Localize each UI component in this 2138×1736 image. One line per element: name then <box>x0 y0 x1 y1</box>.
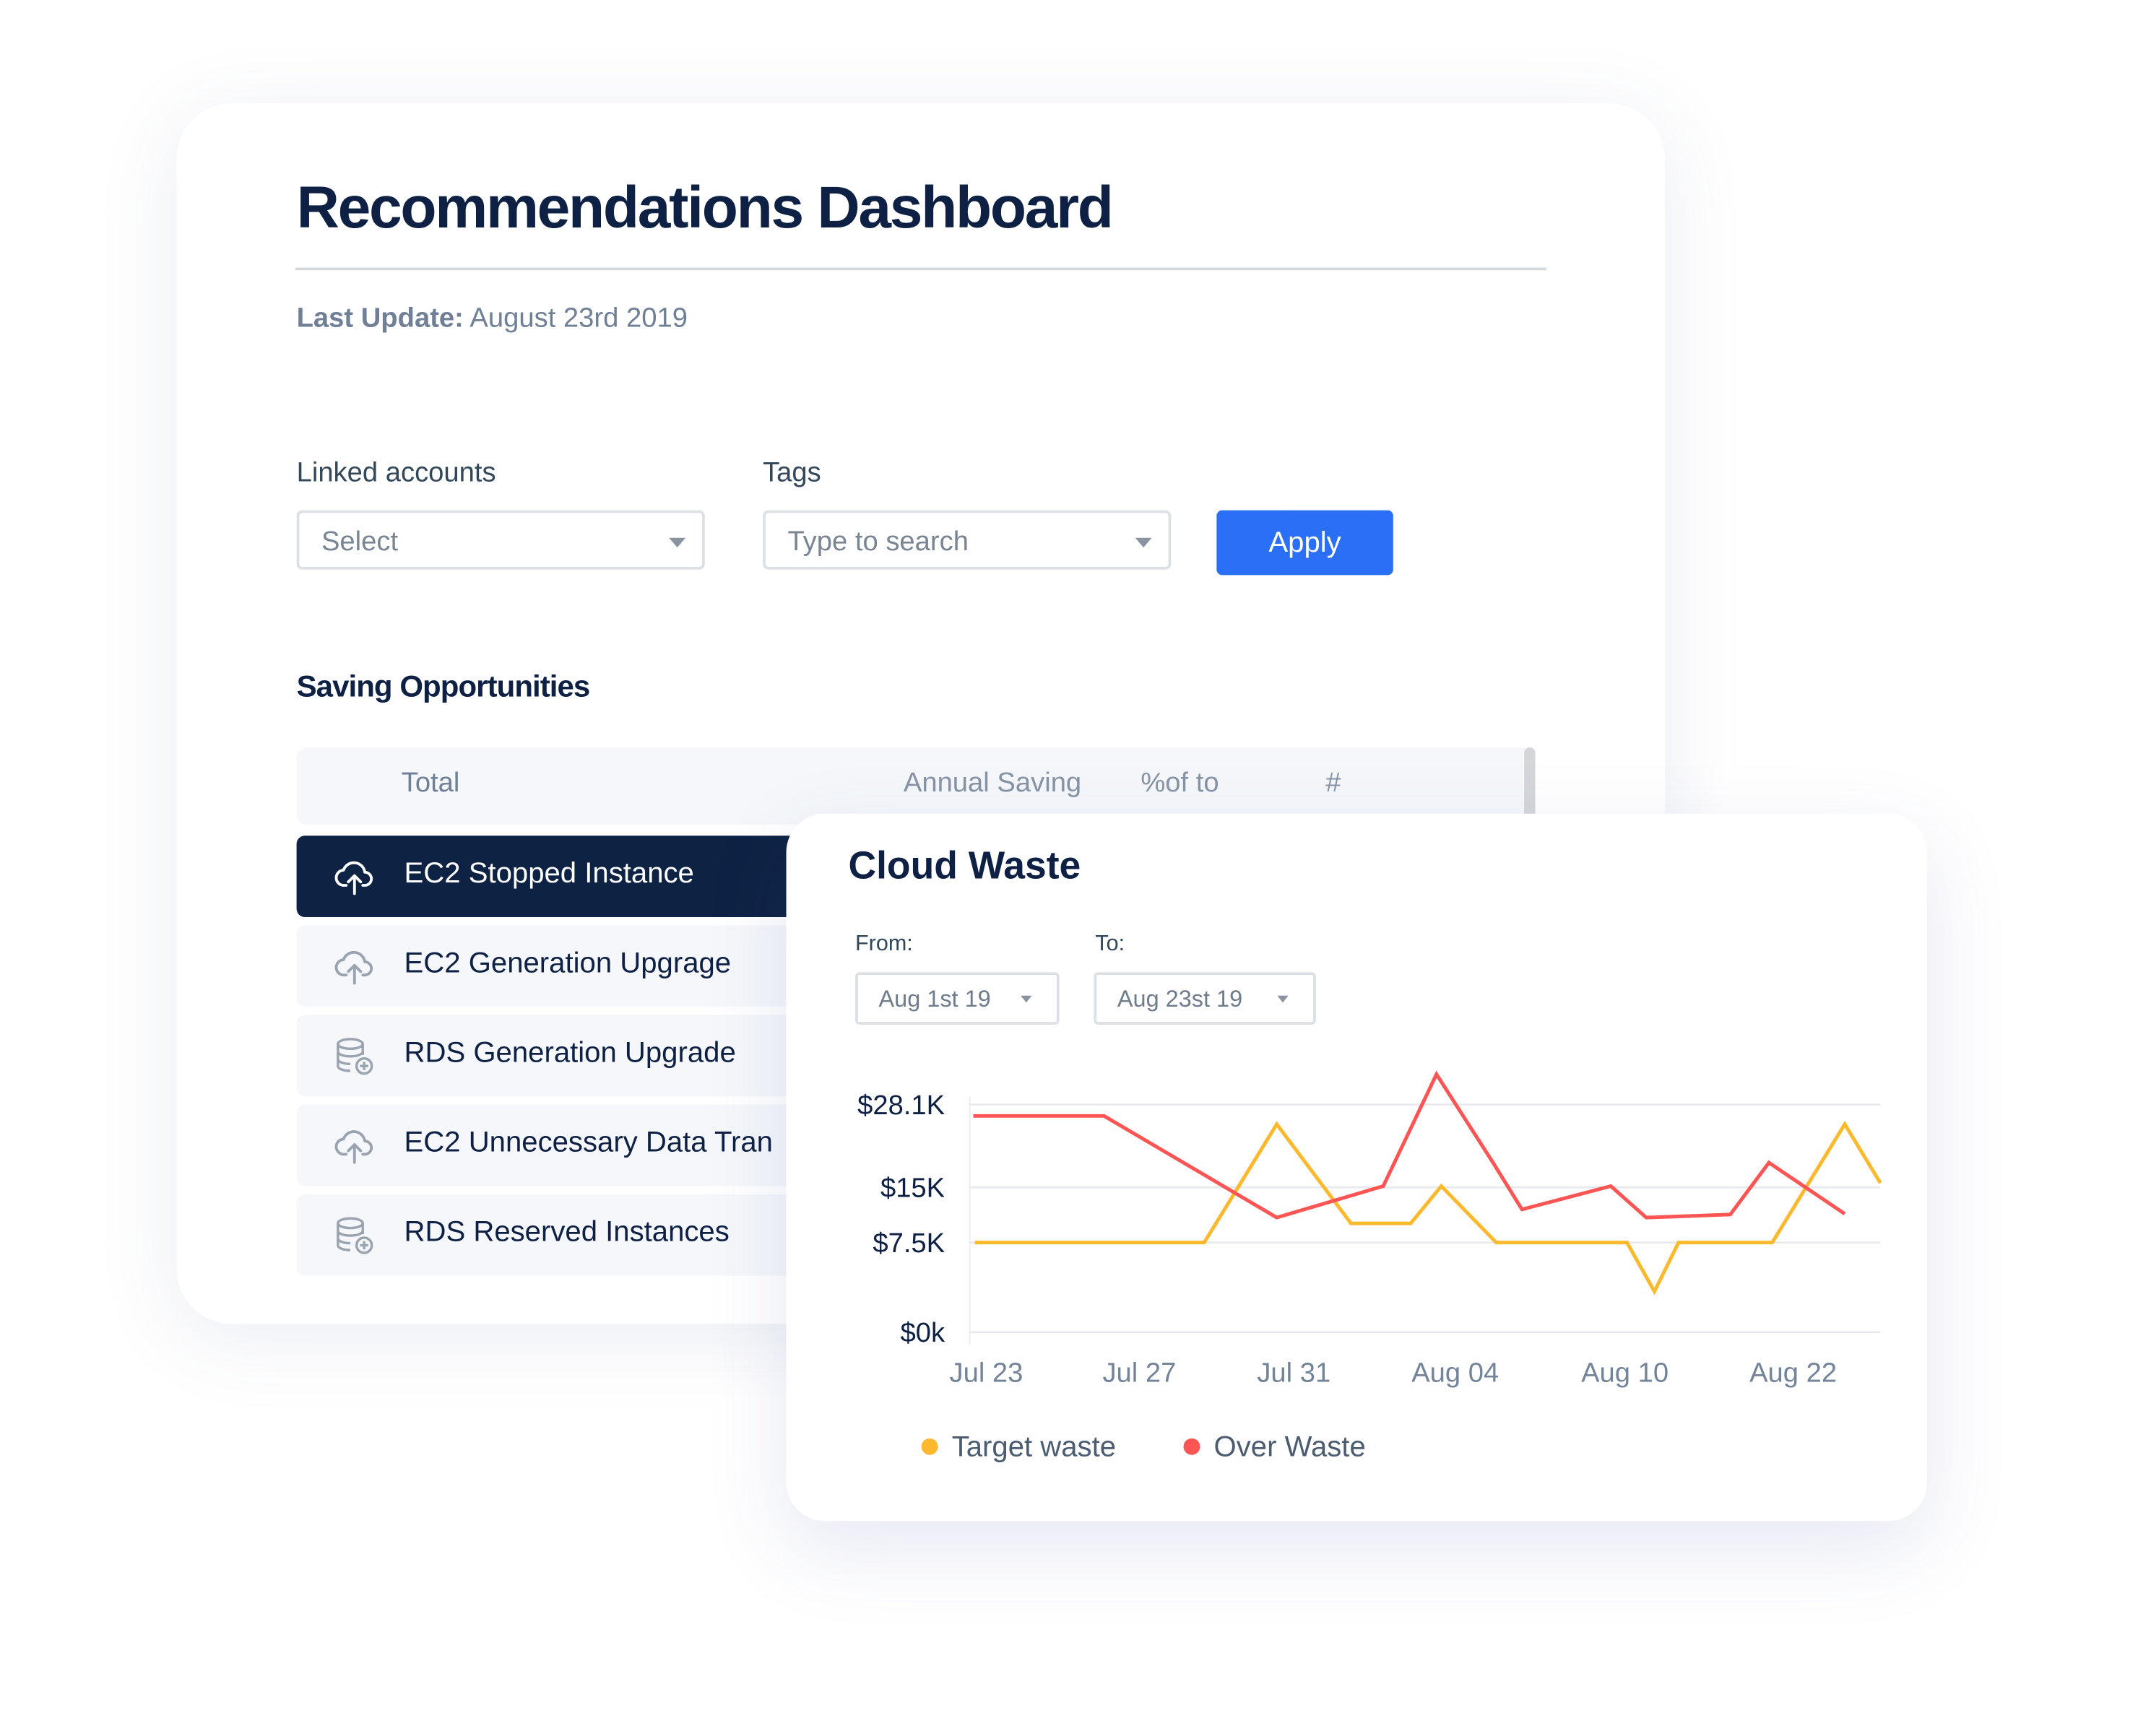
database-add-icon <box>332 1214 376 1258</box>
section-title: Saving Opportunities <box>296 669 591 703</box>
column-percent-of-total[interactable]: %of to <box>1141 768 1219 800</box>
cloud-upload-icon <box>332 1124 376 1168</box>
legend-dot <box>1183 1438 1200 1455</box>
column-annual-saving[interactable]: Annual Saving <box>904 768 1081 800</box>
y-tick-label: $15K <box>880 1173 945 1204</box>
last-update-label: Last Update: <box>296 303 464 334</box>
x-tick-label: Aug 10 <box>1581 1358 1669 1389</box>
legend-label: Target waste <box>951 1431 1117 1464</box>
legend-dot <box>921 1438 938 1455</box>
title-divider <box>295 267 1546 271</box>
cloud-upload-icon <box>332 855 376 899</box>
x-tick-label: Aug 22 <box>1749 1358 1837 1389</box>
legend-label: Over Waste <box>1213 1431 1366 1464</box>
cloud-upload-icon <box>332 945 376 989</box>
tags-label: Tags <box>763 458 821 489</box>
row-label: RDS Generation Upgrade <box>404 1037 736 1069</box>
series-line-over-waste <box>973 1070 1846 1220</box>
page-title: Recommendations Dashboard <box>296 175 1114 242</box>
row-label: EC2 Stopped Instance <box>404 857 694 890</box>
linked-accounts-placeholder: Select <box>321 526 399 557</box>
linked-accounts-select[interactable]: Select <box>296 510 705 570</box>
x-tick-label: Jul 23 <box>949 1358 1023 1389</box>
caret-down-icon <box>1135 537 1152 548</box>
x-tick-label: Jul 31 <box>1257 1358 1330 1389</box>
y-tick-label: $7.5K <box>873 1228 945 1259</box>
cloud-waste-line-chart: $28.1K $15K $7.5K $0kJul 23 Jul 27 Jul 31 Aug … <box>857 1070 1882 1389</box>
cloud-waste-card: Cloud Waste From: Aug 1st 19 To: Aug 23s… <box>786 813 1927 1522</box>
apply-button[interactable]: Apply <box>1216 510 1393 576</box>
tags-search-select[interactable]: Type to search <box>763 510 1172 570</box>
tags-placeholder: Type to search <box>787 526 969 557</box>
x-tick-label: Jul 27 <box>1102 1358 1176 1389</box>
caret-down-icon <box>669 537 686 548</box>
y-tick-label: $0k <box>901 1317 945 1348</box>
row-label: EC2 Unnecessary Data Tran <box>404 1127 773 1159</box>
last-update: Last Update: August 23rd 2019 <box>297 303 688 335</box>
x-tick-label: Aug 04 <box>1411 1358 1499 1389</box>
linked-accounts-label: Linked accounts <box>296 458 496 489</box>
legend-target-waste[interactable]: Target waste <box>921 1431 1117 1464</box>
row-label: RDS Reserved Instances <box>404 1216 730 1249</box>
last-update-value: August 23rd 2019 <box>469 303 688 334</box>
database-add-icon <box>332 1034 376 1078</box>
column-total[interactable]: Total <box>402 768 460 800</box>
series-line-target-waste <box>974 1121 1882 1296</box>
y-tick-label: $28.1K <box>857 1090 945 1121</box>
legend-over-waste[interactable]: Over Waste <box>1183 1431 1366 1464</box>
row-label: EC2 Generation Upgrage <box>404 947 732 979</box>
column-count[interactable]: # <box>1325 768 1341 800</box>
